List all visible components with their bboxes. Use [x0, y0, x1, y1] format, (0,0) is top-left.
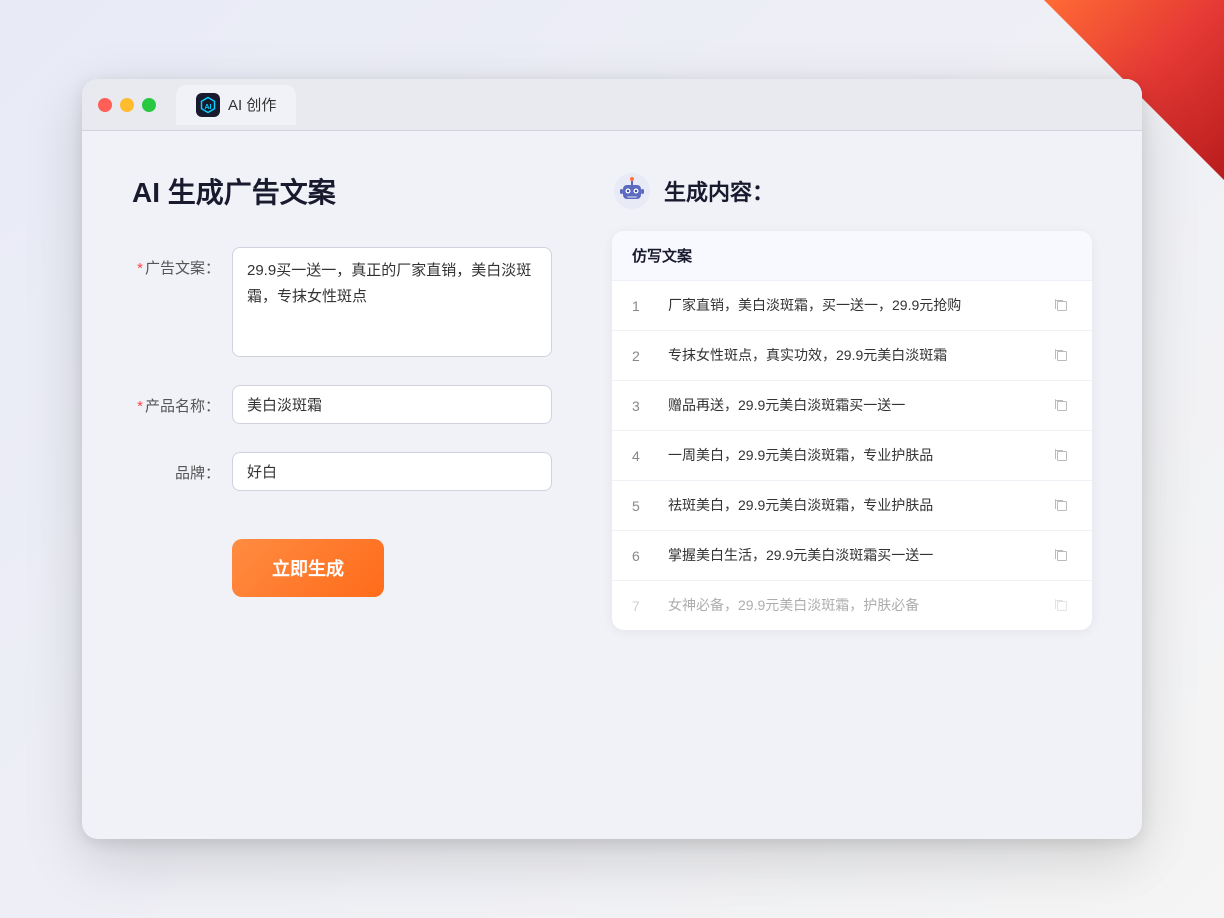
right-title: 生成内容：	[664, 175, 774, 207]
copy-icon-5[interactable]	[1052, 496, 1072, 516]
row-number-2: 2	[632, 348, 652, 364]
row-text-6: 掌握美白生活，29.9元美白淡斑霜买一送一	[668, 545, 1036, 566]
copy-icon-7[interactable]	[1052, 596, 1072, 616]
brand-label: 品牌：	[132, 452, 232, 483]
brand-group: 品牌：	[132, 452, 552, 491]
table-header: 仿写文案	[612, 231, 1092, 281]
ad-copy-label: 广告文案：	[132, 247, 232, 278]
row-number-4: 4	[632, 448, 652, 464]
row-text-4: 一周美白，29.9元美白淡斑霜，专业护肤品	[668, 445, 1036, 466]
table-row: 6 掌握美白生活，29.9元美白淡斑霜买一送一	[612, 531, 1092, 581]
robot-icon	[612, 171, 652, 211]
row-number-3: 3	[632, 398, 652, 414]
svg-text:AI: AI	[205, 104, 212, 111]
product-label: 产品名称：	[132, 385, 232, 416]
row-text-1: 厂家直销，美白淡斑霜，买一送一，29.9元抢购	[668, 295, 1036, 316]
close-button[interactable]	[98, 98, 112, 112]
ai-tab[interactable]: AI AI 创作	[176, 85, 296, 125]
table-row: 1 厂家直销，美白淡斑霜，买一送一，29.9元抢购	[612, 281, 1092, 331]
table-row: 3 赠品再送，29.9元美白淡斑霜买一送一	[612, 381, 1092, 431]
right-header: 生成内容：	[612, 171, 1092, 211]
browser-window: AI AI 创作 AI 生成广告文案 广告文案： 产品名称： 品	[82, 79, 1142, 839]
results-table: 仿写文案 1 厂家直销，美白淡斑霜，买一送一，29.9元抢购 2 专抹女性斑点，…	[612, 231, 1092, 630]
maximize-button[interactable]	[142, 98, 156, 112]
row-number-5: 5	[632, 498, 652, 514]
row-text-7: 女神必备，29.9元美白淡斑霜，护肤必备	[668, 595, 1036, 616]
page-title: AI 生成广告文案	[132, 171, 552, 211]
row-number-7: 7	[632, 598, 652, 614]
row-number-6: 6	[632, 548, 652, 564]
copy-icon-2[interactable]	[1052, 346, 1072, 366]
product-input[interactable]	[232, 385, 552, 424]
table-row: 2 专抹女性斑点，真实功效，29.9元美白淡斑霜	[612, 331, 1092, 381]
row-text-2: 专抹女性斑点，真实功效，29.9元美白淡斑霜	[668, 345, 1036, 366]
browser-content: AI 生成广告文案 广告文案： 产品名称： 品牌： 立即生成	[82, 131, 1142, 839]
tab-icon: AI	[196, 93, 220, 117]
row-number-1: 1	[632, 298, 652, 314]
row-text-3: 赠品再送，29.9元美白淡斑霜买一送一	[668, 395, 1036, 416]
window-controls	[98, 98, 156, 112]
ad-copy-group: 广告文案：	[132, 247, 552, 357]
copy-icon-4[interactable]	[1052, 446, 1072, 466]
tab-bar: AI AI 创作	[176, 85, 296, 125]
copy-icon-6[interactable]	[1052, 546, 1072, 566]
right-panel: 生成内容： 仿写文案 1 厂家直销，美白淡斑霜，买一送一，29.9元抢购 2 专…	[612, 171, 1092, 799]
table-row: 5 祛斑美白，29.9元美白淡斑霜，专业护肤品	[612, 481, 1092, 531]
ad-copy-input[interactable]	[232, 247, 552, 357]
table-row-dimmed: 7 女神必备，29.9元美白淡斑霜，护肤必备	[612, 581, 1092, 630]
minimize-button[interactable]	[120, 98, 134, 112]
generate-button[interactable]: 立即生成	[232, 539, 384, 597]
copy-icon-1[interactable]	[1052, 296, 1072, 316]
row-text-5: 祛斑美白，29.9元美白淡斑霜，专业护肤品	[668, 495, 1036, 516]
left-panel: AI 生成广告文案 广告文案： 产品名称： 品牌： 立即生成	[132, 171, 552, 799]
copy-icon-3[interactable]	[1052, 396, 1072, 416]
product-group: 产品名称：	[132, 385, 552, 424]
browser-chrome: AI AI 创作	[82, 79, 1142, 131]
brand-input[interactable]	[232, 452, 552, 491]
table-row: 4 一周美白，29.9元美白淡斑霜，专业护肤品	[612, 431, 1092, 481]
tab-title: AI 创作	[228, 94, 276, 115]
